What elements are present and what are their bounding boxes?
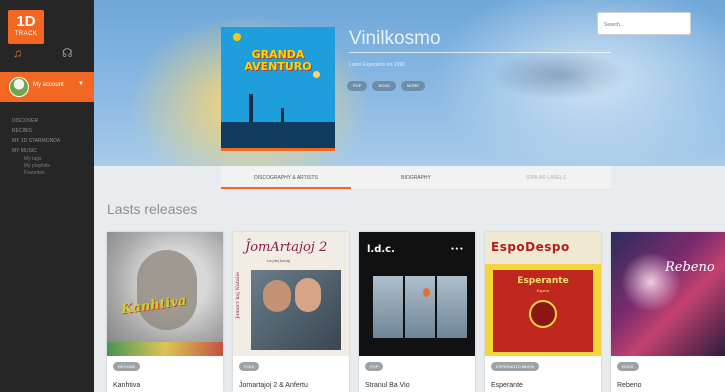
headphones-icon[interactable]: ☊ — [62, 46, 73, 60]
person-graphic — [295, 278, 321, 312]
album-art[interactable]: Rebeno — [611, 232, 725, 356]
release-card[interactable]: l.d.c. ● ● ● POP Stranul Ba Vio — [359, 232, 475, 392]
logo-text: 1D — [16, 13, 36, 30]
genre-badge[interactable]: ESPERANTO MUSIK — [491, 362, 540, 371]
artist-cover-art[interactable]: GRANDA AVENTURO — [221, 27, 335, 151]
album-art[interactable]: l.d.c. ● ● ● — [359, 232, 475, 356]
planet-graphic — [233, 33, 241, 41]
search-box[interactable] — [597, 12, 691, 36]
artist-subtitle: Label Esperanto en 1990 — [349, 62, 405, 68]
release-card[interactable]: Kanhtiva REGGAE Kanhtiva — [107, 232, 223, 392]
panel-graphic — [373, 276, 403, 338]
sidebar-item-recibis[interactable]: RECIBIS — [12, 126, 90, 136]
sidebar-nav: DISCOVER RECIBIS MY 1D STARMONDA MY MUSI… — [12, 116, 90, 177]
ground-graphic — [221, 122, 335, 148]
genre-tag[interactable]: POP — [347, 81, 368, 91]
panel-graphic — [405, 276, 435, 338]
tab-discography[interactable]: DISCOGRAPHY & ARTISTS — [221, 166, 351, 189]
genre-badge[interactable]: REGGAE — [113, 362, 141, 371]
genre-tags: POP ROCK MORE — [347, 81, 426, 91]
album-art[interactable]: EspoDespo Esperante Espere — [485, 232, 601, 356]
release-title[interactable]: Ĵomartajoj 2 & Anfertu — [239, 382, 308, 389]
sidebar-item-discover[interactable]: DISCOVER — [12, 116, 90, 126]
sidebar-icons: ♫ ☊ — [10, 46, 86, 64]
release-title[interactable]: Kanhtiva — [113, 382, 140, 389]
album-art-small-text: Espere — [536, 288, 550, 293]
release-title[interactable]: Stranul Ba Vio — [365, 382, 410, 389]
color-band-graphic — [107, 342, 223, 356]
balloon-graphic — [423, 288, 430, 297]
brand-logo[interactable]: 1D TRACK — [8, 10, 44, 44]
tab-similar-labels[interactable]: SIMILAR LABELS — [481, 166, 611, 189]
moon-graphic — [313, 71, 320, 78]
release-title[interactable]: Rebeno — [617, 382, 642, 389]
album-art[interactable]: ĴomArtajoj 2 La plej bonaj Jomarr kaj Na… — [233, 232, 349, 356]
genre-tag[interactable]: ROCK — [372, 81, 397, 91]
album-art-side-text: Jomarr kaj Natalie — [235, 272, 241, 319]
sidebar-item-starmonda[interactable]: MY 1D STARMONDA — [12, 136, 90, 146]
album-art-title: Rebeno — [665, 260, 715, 275]
logo-subtext: TRACK — [14, 31, 38, 37]
sidebar-subitem-tags[interactable]: My tags — [12, 156, 90, 163]
artist-tabs: DISCOGRAPHY & ARTISTS BIOGRAPHY SIMILAR … — [221, 166, 611, 190]
account-label: My account — [33, 82, 64, 88]
album-art-title: l.d.c. — [367, 244, 395, 255]
genre-badge[interactable]: POP — [365, 362, 384, 371]
genre-badge[interactable]: FOLK — [239, 362, 260, 371]
dots-graphic: ● ● ● — [451, 246, 463, 252]
sidebar: 1D TRACK ♫ ☊ My account ▼ DISCOVER RECIB… — [0, 0, 94, 392]
photo-graphic — [251, 270, 341, 350]
divider — [349, 52, 611, 53]
artist-name: Vinilkosmo — [349, 28, 441, 49]
release-card[interactable]: EspoDespo Esperante Espere ESPERANTO MUS… — [485, 232, 601, 392]
emblem-graphic — [529, 300, 557, 328]
music-note-icon[interactable]: ♫ — [13, 46, 22, 60]
person-graphic — [263, 280, 291, 312]
avatar — [9, 77, 29, 97]
album-art-title: ĴomArtajoj 2 — [245, 240, 328, 255]
search-input[interactable] — [598, 14, 690, 36]
album-art[interactable]: Kanhtiva — [107, 232, 223, 356]
album-art-title: EspoDespo — [491, 240, 570, 254]
genre-tag[interactable]: MORE — [401, 81, 426, 91]
album-art-subtitle: Esperante — [517, 276, 569, 286]
release-card[interactable]: ĴomArtajoj 2 La plej bonaj Jomarr kaj Na… — [233, 232, 349, 392]
sidebar-item-my-music[interactable]: MY MUSIC — [12, 146, 90, 156]
release-card[interactable]: Rebeno ROCK Rebeno — [611, 232, 725, 392]
portrait-graphic — [137, 250, 197, 330]
panel-graphic — [437, 276, 467, 338]
sidebar-subitem-favorites[interactable]: Favorites — [12, 170, 90, 177]
account-button[interactable]: My account ▼ — [0, 72, 94, 102]
hero-background-art — [489, 50, 629, 100]
tab-biography[interactable]: BIOGRAPHY — [351, 166, 481, 189]
chevron-down-icon: ▼ — [78, 81, 84, 87]
sidebar-subitem-playlists[interactable]: My playlists — [12, 163, 90, 170]
section-title: Lasts releases — [107, 201, 198, 217]
genre-badge[interactable]: ROCK — [617, 362, 639, 371]
album-art-subtitle: La plej bonaj — [267, 258, 290, 263]
release-title[interactable]: Esperante — [491, 382, 523, 389]
